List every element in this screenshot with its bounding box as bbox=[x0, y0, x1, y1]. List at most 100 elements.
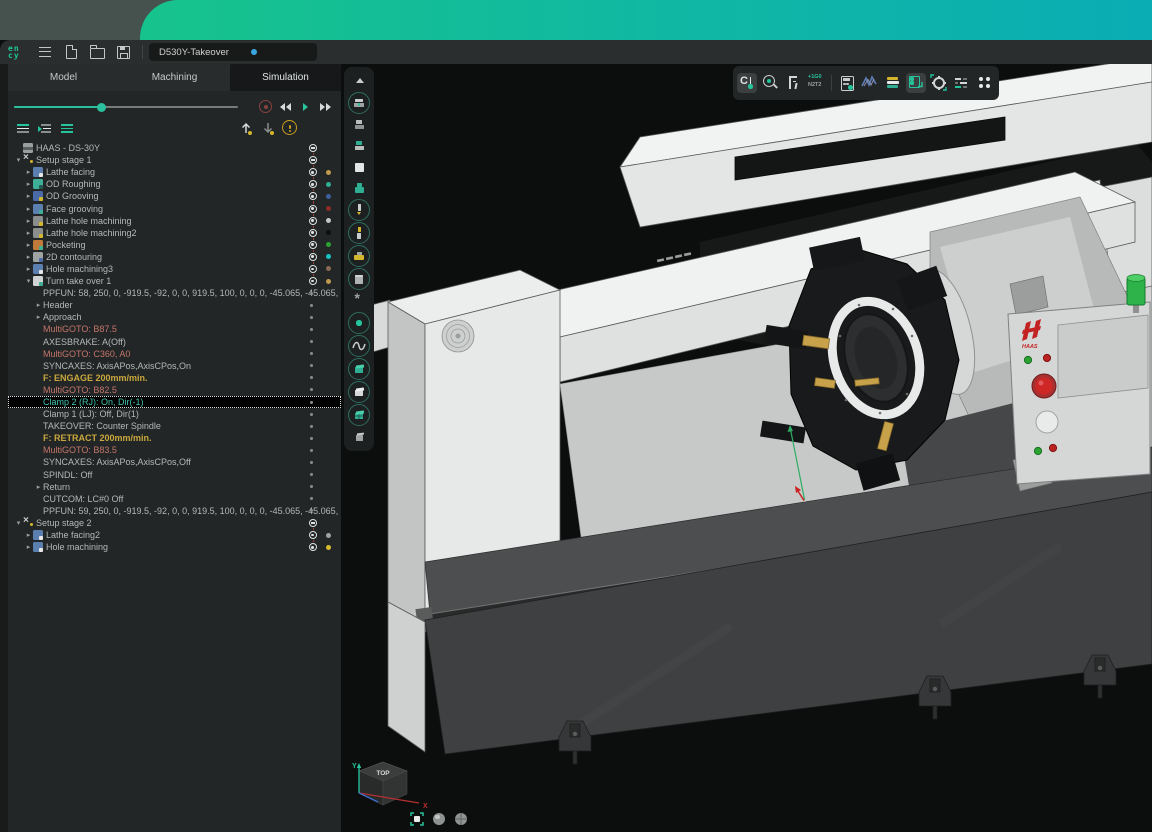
tree-row-command[interactable]: CUTCOM: LC#0 Off bbox=[8, 493, 341, 505]
display-options-icon[interactable] bbox=[952, 73, 972, 93]
tree-row-operation[interactable]: ▸Hole machining bbox=[8, 541, 341, 553]
tab-model[interactable]: Model bbox=[8, 64, 119, 91]
tree-row-operation[interactable]: ▸Face grooving bbox=[8, 202, 341, 214]
tree-row-operation[interactable]: ▸Hole machining3 bbox=[8, 263, 341, 275]
new-file-icon[interactable] bbox=[58, 42, 84, 62]
workpiece-visibility-icon[interactable] bbox=[349, 157, 369, 177]
settings-gear-icon[interactable] bbox=[929, 73, 949, 93]
list-all-icon[interactable] bbox=[14, 119, 32, 137]
warnings-icon[interactable] bbox=[281, 119, 299, 137]
tree-row-operation[interactable]: ▸2D contouring bbox=[8, 251, 341, 263]
tree-row-command[interactable]: MultiGOTO: B87.5 bbox=[8, 323, 341, 335]
tree-row-operation[interactable]: ▾Turn take over 1 bbox=[8, 275, 341, 287]
tree-row-command[interactable]: SPINDL: Off bbox=[8, 469, 341, 481]
simulation-mode-icon[interactable]: C bbox=[737, 73, 757, 93]
probe-icon[interactable] bbox=[760, 73, 780, 93]
tree-row-command[interactable]: SYNCAXES: AxisAPos,AxisCPos,Off bbox=[8, 456, 341, 468]
grid-view-icon[interactable] bbox=[348, 404, 370, 426]
tree-row-command[interactable]: SYNCAXES: AxisAPos,AxisCPos,On bbox=[8, 360, 341, 372]
document-tab[interactable]: D530Y-Takeover bbox=[149, 43, 317, 61]
list-current-icon[interactable] bbox=[36, 119, 54, 137]
stock-layers-icon[interactable] bbox=[883, 73, 903, 93]
tree-row-command[interactable]: ▸Header bbox=[8, 299, 341, 311]
solid-view-icon[interactable] bbox=[348, 381, 370, 403]
fit-view-icon[interactable] bbox=[409, 811, 425, 827]
fast-forward-icon[interactable] bbox=[317, 98, 335, 116]
chevron-right-icon[interactable]: ▸ bbox=[34, 301, 43, 309]
slider-knob[interactable] bbox=[97, 103, 106, 112]
chevron-right-icon[interactable]: ▸ bbox=[34, 313, 43, 321]
tree-row-command[interactable]: PPFUN: 59, 250, 0, -919.5, -92, 0, 0, 91… bbox=[8, 505, 341, 517]
tree-row-operation[interactable]: ▸Lathe hole machining bbox=[8, 215, 341, 227]
tree-row-operation[interactable]: ▸Lathe facing bbox=[8, 166, 341, 178]
chevron-down-icon[interactable]: ▾ bbox=[14, 156, 23, 164]
chevron-right-icon[interactable]: ▸ bbox=[24, 168, 33, 176]
head-visibility-icon[interactable] bbox=[349, 115, 369, 135]
linked-nodes-icon[interactable] bbox=[906, 73, 926, 93]
chevron-right-icon[interactable]: ▸ bbox=[34, 483, 43, 491]
gcode-snippet-icon[interactable]: +1G0N2T2 bbox=[806, 73, 826, 93]
toolpath-points-icon[interactable] bbox=[348, 312, 370, 334]
collapse-toolbar-icon[interactable] bbox=[349, 71, 369, 91]
open-file-icon[interactable] bbox=[84, 42, 110, 62]
chevron-down-icon[interactable]: ▾ bbox=[14, 519, 23, 527]
tool-holder-visibility-icon[interactable] bbox=[348, 222, 370, 244]
ghost-stock-icon[interactable] bbox=[349, 427, 369, 447]
tree-row-command[interactable]: Clamp 1 (LJ): Off, Dir(1) bbox=[8, 408, 341, 420]
tree-row-operation[interactable]: ▸OD Grooving bbox=[8, 190, 341, 202]
tree-row-operation[interactable]: ▸Pocketing bbox=[8, 239, 341, 251]
fixture-visibility-icon[interactable] bbox=[348, 245, 370, 267]
rewind-icon[interactable] bbox=[277, 98, 295, 116]
tree-row-command[interactable]: ▸Return bbox=[8, 481, 341, 493]
machine-visibility-icon[interactable] bbox=[348, 92, 370, 114]
chevron-right-icon[interactable]: ▸ bbox=[24, 192, 33, 200]
chevron-right-icon[interactable]: ▸ bbox=[24, 543, 33, 551]
layout-grid-icon[interactable] bbox=[975, 73, 995, 93]
chevron-down-icon[interactable]: ▾ bbox=[24, 277, 33, 285]
tree-row-command[interactable]: PPFUN: 58, 250, 0, -919.5, -92, 0, 0, 91… bbox=[8, 287, 341, 299]
save-icon[interactable] bbox=[110, 42, 136, 62]
tab-simulation[interactable]: Simulation bbox=[230, 64, 341, 91]
tree-row-command[interactable]: MultiGOTO: B83.5 bbox=[8, 444, 341, 456]
tree-row-operation[interactable]: ▸OD Roughing bbox=[8, 178, 341, 190]
tree-row-command[interactable]: MultiGOTO: B82.5 bbox=[8, 384, 341, 396]
tree-row-command[interactable]: MultiGOTO: C360, A0 bbox=[8, 348, 341, 360]
chevron-right-icon[interactable]: ▸ bbox=[24, 265, 33, 273]
calculator-icon[interactable] bbox=[837, 73, 857, 93]
tree-row-command[interactable]: F: ENGAGE 200mm/min. bbox=[8, 372, 341, 384]
list-compact-icon[interactable] bbox=[58, 119, 76, 137]
tree-row-operation[interactable]: ▸Lathe hole machining2 bbox=[8, 227, 341, 239]
chevron-right-icon[interactable]: ▸ bbox=[24, 253, 33, 261]
play-icon[interactable] bbox=[297, 98, 315, 116]
chips-visibility-icon[interactable]: * bbox=[349, 291, 369, 311]
menu-icon[interactable] bbox=[32, 42, 58, 62]
tree-row-group[interactable]: ▾×Setup stage 2 bbox=[8, 517, 341, 529]
caliper-icon[interactable] bbox=[783, 73, 803, 93]
tree-row-command[interactable]: TAKEOVER: Counter Spindle bbox=[8, 420, 341, 432]
stock-visibility-icon[interactable] bbox=[349, 178, 369, 198]
tree-row-command[interactable]: ▸Approach bbox=[8, 311, 341, 323]
head2-visibility-icon[interactable] bbox=[349, 136, 369, 156]
interim-stock-visibility-icon[interactable] bbox=[348, 268, 370, 290]
shaded-sphere-icon[interactable] bbox=[431, 811, 447, 827]
chevron-right-icon[interactable]: ▸ bbox=[24, 180, 33, 188]
chevron-right-icon[interactable]: ▸ bbox=[24, 531, 33, 539]
prev-error-icon[interactable] bbox=[237, 119, 255, 137]
tree-row-command[interactable]: F: RETRACT 200mm/min. bbox=[8, 432, 341, 444]
tree-row-command[interactable]: Clamp 2 (RJ): On, Dir(-1) bbox=[8, 396, 341, 408]
tool-visibility-icon[interactable] bbox=[348, 199, 370, 221]
toolpath-curve-icon[interactable] bbox=[348, 335, 370, 357]
chevron-right-icon[interactable]: ▸ bbox=[24, 205, 33, 213]
tab-machining[interactable]: Machining bbox=[119, 64, 230, 91]
simulation-progress-slider[interactable] bbox=[14, 100, 238, 114]
faceted-sphere-icon[interactable] bbox=[453, 811, 469, 827]
viewport-3d[interactable]: HAAS * C+1G0N2T2 bbox=[341, 64, 1152, 832]
tree-row-operation[interactable]: ▸Lathe facing2 bbox=[8, 529, 341, 541]
tree-row-command[interactable]: AXESBRAKE: A(Off) bbox=[8, 336, 341, 348]
stop-record-icon[interactable] bbox=[257, 98, 275, 116]
chevron-right-icon[interactable]: ▸ bbox=[24, 217, 33, 225]
next-error-icon[interactable] bbox=[259, 119, 277, 137]
chevron-right-icon[interactable]: ▸ bbox=[24, 241, 33, 249]
tree-row-group[interactable]: ▾×Setup stage 1 bbox=[8, 154, 341, 166]
analysis-graph-icon[interactable] bbox=[860, 73, 880, 93]
